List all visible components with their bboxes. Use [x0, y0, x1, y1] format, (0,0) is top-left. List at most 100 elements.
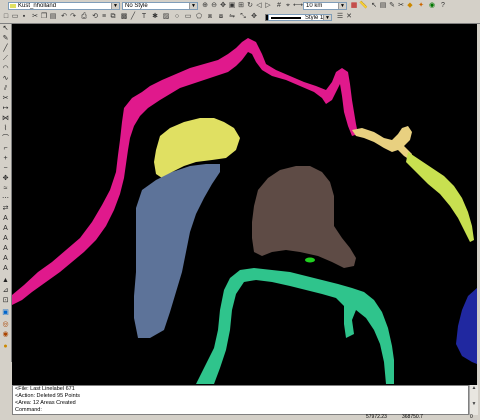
node-move-icon[interactable]: ✥ — [1, 174, 10, 183]
measure-icon[interactable]: ⟷ — [293, 2, 303, 10]
point-tool-icon[interactable]: ◉ — [1, 330, 10, 339]
open-icon[interactable]: ▭ — [11, 13, 19, 21]
zoom-out-icon[interactable]: ⊖ — [210, 2, 218, 10]
undo-icon[interactable]: ↶ — [60, 13, 68, 21]
chevron-down-icon[interactable]: ▼ — [111, 3, 119, 9]
rotate-icon[interactable]: ⟲ — [91, 13, 99, 21]
reverse-icon[interactable]: ⇄ — [1, 204, 10, 213]
text-icon[interactable]: T — [140, 13, 148, 21]
chamfer-icon[interactable]: ⌐ — [1, 144, 10, 153]
select-arrow-icon[interactable]: ↖ — [370, 2, 378, 10]
table-icon[interactable]: ▦ — [350, 2, 358, 10]
chevron-down-icon[interactable]: ▼ — [189, 3, 197, 9]
edit-toolbar: □ ▭ ▪ ✂ ❐ ▤ ↶ ↷ ⎙ ⟲ ≡ ⧉ ▩ ╱ T ✱ ▨ ○ ▭ ⬠ … — [0, 12, 480, 24]
join-icon[interactable]: ⋈ — [1, 114, 10, 123]
chevron-down-icon[interactable]: ▼ — [338, 3, 346, 9]
text-edit-icon[interactable]: A — [1, 224, 10, 233]
area-tool-icon[interactable]: ▲ — [1, 276, 10, 285]
zoom-in-icon[interactable]: ⊕ — [201, 2, 209, 10]
fillet-icon[interactable]: ⌒ — [1, 134, 10, 143]
circle-icon[interactable]: ○ — [173, 13, 181, 21]
node-delete-icon[interactable]: − — [1, 164, 10, 173]
blue-grey-area — [134, 164, 220, 338]
rectangle-icon[interactable]: ▭ — [184, 13, 192, 21]
line-style-preview — [271, 17, 301, 19]
print-icon[interactable]: ⎙ — [80, 13, 88, 21]
bring-front-icon[interactable]: ⧈ — [206, 13, 214, 21]
text-tool-icon[interactable]: A — [1, 214, 10, 223]
edit-vertex-icon[interactable]: ✎ — [1, 34, 10, 43]
properties-icon[interactable]: ◆ — [406, 2, 414, 10]
label-move-icon[interactable]: A — [1, 254, 10, 263]
refresh-icon[interactable]: ↻ — [246, 2, 254, 10]
pointer-icon[interactable]: ↖ — [1, 24, 10, 33]
layer-select[interactable]: Kust_nholland ▼ — [8, 2, 120, 10]
snap-icon[interactable]: ⌖ — [284, 2, 292, 10]
line-width-icon[interactable]: ☰ — [336, 13, 344, 21]
previous-view-icon[interactable]: ◁ — [255, 2, 263, 10]
command-log-line: <Action: Deleted 95 Points — [15, 393, 80, 399]
draw-line-icon[interactable]: ╱ — [1, 44, 10, 53]
area-edit-icon[interactable]: ⊿ — [1, 286, 10, 295]
draw-arc-icon[interactable]: ◠ — [1, 64, 10, 73]
area-merge-icon[interactable]: ⊡ — [1, 296, 10, 305]
line-style-select[interactable]: Style 1 ▼ — [268, 14, 332, 21]
circle-tool-icon[interactable]: ◎ — [1, 320, 10, 329]
next-view-icon[interactable]: ▷ — [264, 2, 272, 10]
hatch-icon[interactable]: ▨ — [162, 13, 170, 21]
ruler-icon[interactable]: 📏 — [359, 2, 368, 10]
light-icon[interactable]: ✦ — [417, 2, 425, 10]
map-canvas[interactable] — [12, 24, 477, 385]
text-rotate-icon[interactable]: A — [1, 234, 10, 243]
fill-icon[interactable]: ▩ — [120, 13, 128, 21]
cut-icon[interactable]: ✂ — [31, 13, 39, 21]
polygon-icon[interactable]: ⬠ — [195, 13, 203, 21]
group-icon[interactable]: ⧉ — [109, 13, 117, 21]
redo-icon[interactable]: ↷ — [69, 13, 77, 21]
zoom-window-icon[interactable]: ▣ — [228, 2, 236, 10]
node-edit-icon[interactable]: ✎ — [388, 2, 396, 10]
close-icon[interactable]: ✕ — [345, 13, 353, 21]
scale-icon[interactable]: ⤡ — [239, 13, 247, 21]
label-icon[interactable]: A — [1, 244, 10, 253]
generalize-icon[interactable]: ⋯ — [1, 194, 10, 203]
smooth-icon[interactable]: ≈ — [1, 184, 10, 193]
copy-icon[interactable]: ❐ — [40, 13, 48, 21]
scroll-down-icon[interactable]: ▼ — [470, 401, 478, 407]
align-icon[interactable]: ≡ — [100, 13, 108, 21]
layer-manager-icon[interactable]: ▤ — [379, 2, 387, 10]
paste-icon[interactable]: ▤ — [49, 13, 57, 21]
draw-polyline-icon[interactable]: ⟋ — [1, 54, 10, 63]
style-select[interactable]: No Style ▼ — [122, 2, 198, 10]
offset-icon[interactable]: ⫽ — [1, 84, 10, 93]
scale-select[interactable]: 10 km ▼ — [303, 2, 347, 10]
mirror-icon[interactable]: ⇋ — [228, 13, 236, 21]
split-icon[interactable]: ✂ — [397, 2, 405, 10]
scroll-up-icon[interactable]: ▲ — [470, 385, 478, 391]
select-area-icon[interactable]: ▣ — [1, 308, 10, 317]
new-icon[interactable]: □ — [2, 13, 10, 21]
grid-icon[interactable]: # — [275, 2, 283, 10]
pan-icon[interactable]: ✥ — [219, 2, 227, 10]
save-icon[interactable]: ▪ — [20, 13, 28, 21]
command-input[interactable]: Command: — [15, 407, 466, 414]
y-coordinate: 368750.7 — [402, 414, 423, 420]
line-icon[interactable]: ╱ — [129, 13, 137, 21]
node-add-icon[interactable]: + — [1, 154, 10, 163]
send-back-icon[interactable]: ⧇ — [217, 13, 225, 21]
chevron-down-icon[interactable]: ▼ — [323, 15, 331, 20]
extend-icon[interactable]: ↦ — [1, 104, 10, 113]
command-log-line: <File: Last Linelabel 671 — [15, 386, 75, 392]
command-log-line: <Area: 12 Areas Created — [15, 400, 76, 406]
break-icon[interactable]: ⌇ — [1, 124, 10, 133]
help-icon[interactable]: ? — [439, 2, 447, 10]
globe-icon[interactable]: ◉ — [428, 2, 436, 10]
command-scrollbar[interactable]: ▲ ▼ — [469, 385, 478, 415]
zoom-extents-icon[interactable]: ⊞ — [237, 2, 245, 10]
move-icon[interactable]: ✥ — [250, 13, 258, 21]
draw-curve-icon[interactable]: ∿ — [1, 74, 10, 83]
trim-icon[interactable]: ✂ — [1, 94, 10, 103]
label-delete-icon[interactable]: A — [1, 264, 10, 273]
symbol-tool-icon[interactable]: ● — [1, 342, 10, 351]
symbol-icon[interactable]: ✱ — [151, 13, 159, 21]
